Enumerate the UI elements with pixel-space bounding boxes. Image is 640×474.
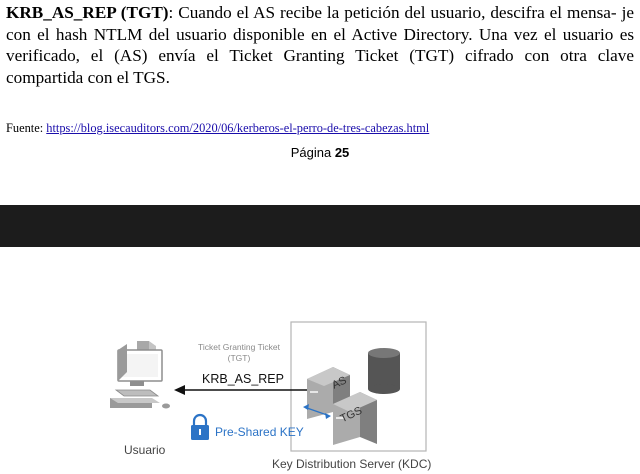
lock-icon xyxy=(191,413,209,440)
diagram-graphics xyxy=(110,321,427,452)
ticket-label: Ticket Granting Ticket (TGT) xyxy=(198,342,280,363)
response-arrow-head xyxy=(174,385,185,395)
term-heading: KRB_AS_REP (TGT) xyxy=(6,3,169,22)
computer-icon xyxy=(110,341,170,409)
kdc-label: Key Distribution Server (KDC) xyxy=(272,457,432,471)
source-line: Fuente: https://blog.isecauditors.com/20… xyxy=(6,121,429,136)
paragraph-line-1: : Cuando el AS recibe la petición del us… xyxy=(168,3,617,22)
page-label: Página xyxy=(290,145,335,160)
user-label: Usuario xyxy=(124,443,166,457)
message-label: KRB_AS_REP xyxy=(202,372,284,386)
kerberos-diagram: Ticket Granting Ticket (TGT) KRB_AS_REP … xyxy=(0,247,640,474)
database-icon xyxy=(368,348,400,394)
source-label: Fuente: xyxy=(6,121,47,135)
explanation-paragraph: KRB_AS_REP (TGT): Cuando el AS recibe la… xyxy=(6,2,634,88)
page-divider-bar xyxy=(0,205,640,247)
paragraph-line-4: compartida con el TGS. xyxy=(6,67,170,87)
key-label: Pre-Shared KEY xyxy=(215,425,304,439)
page-number: 25 xyxy=(334,145,350,160)
source-link[interactable]: https://blog.isecauditors.com/2020/06/ke… xyxy=(46,121,429,135)
page-number-line: Página 25 xyxy=(0,145,640,160)
